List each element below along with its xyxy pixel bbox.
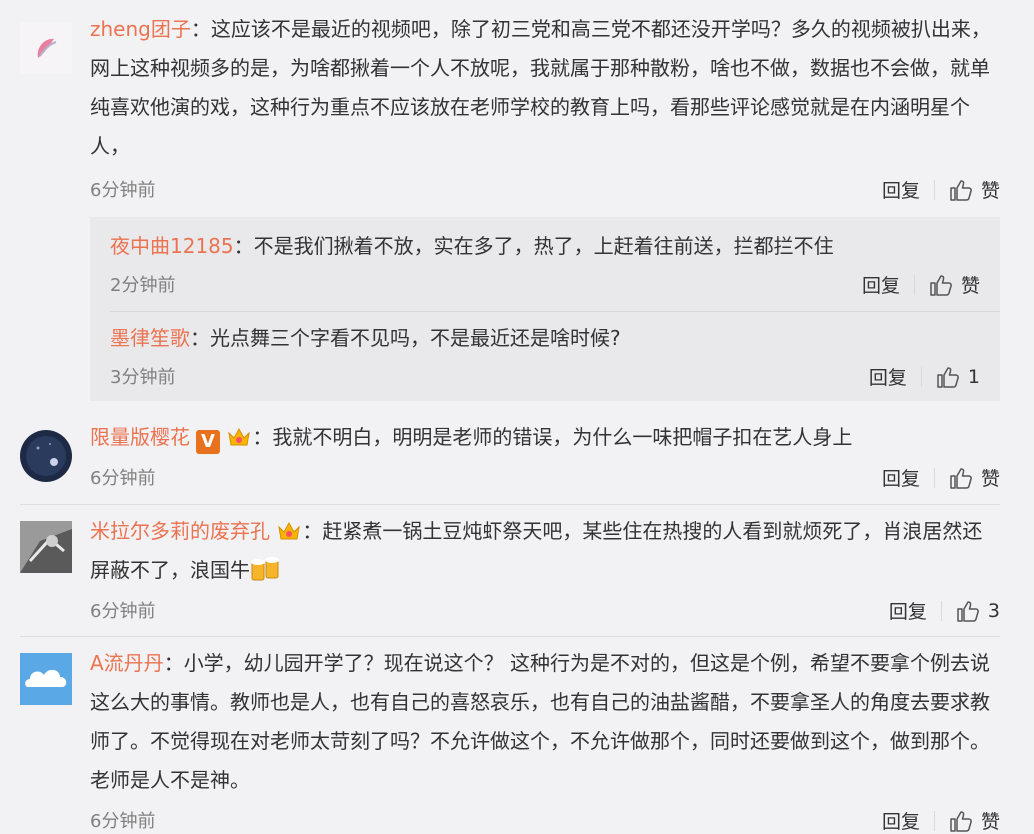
avatar[interactable] — [20, 430, 72, 482]
thumbs-up-icon — [950, 179, 972, 201]
reply-item: 夜中曲12185：不是我们揪着不放，实在多了，热了，上赶着往前送，拦都拦不住 2… — [110, 227, 980, 307]
like-button[interactable]: 赞 — [949, 176, 1000, 203]
beer-emoji-icon — [251, 557, 279, 581]
avatar[interactable] — [20, 22, 72, 74]
username-link[interactable]: 墨律笙歌 — [110, 326, 190, 350]
timestamp: 6分钟前 — [90, 468, 156, 489]
comment-actions: 回复 赞 — [882, 464, 1000, 491]
like-button[interactable]: 赞 — [929, 271, 980, 298]
reply-button[interactable]: 回复 — [882, 807, 920, 834]
reply-button[interactable]: 回复 — [889, 597, 927, 624]
crown-emoji-icon — [228, 427, 251, 446]
timestamp: 3分钟前 — [110, 367, 176, 388]
comment-feed: zheng团子：这应该不是最近的视频吧，除了初三党和高三党不都还没开学吗？多久的… — [0, 0, 1034, 833]
comment-item: A流丹丹：小学，幼儿园开学了？现在说这个？ 这种行为是不对的，但这是个例，希望不… — [0, 637, 1000, 833]
comment-item: zheng团子：这应该不是最近的视频吧，除了初三党和高三党不都还没开学吗？多久的… — [0, 0, 1000, 401]
verified-badge: V — [196, 430, 220, 454]
comment-item: 米拉尔多莉的废弃孔 ：赶紧煮一锅土豆炖虾祭天吧，某些住在热搜的人看到就烦死了，肖… — [0, 505, 1000, 635]
reply-button[interactable]: 回复 — [882, 176, 920, 203]
action-divider — [933, 467, 935, 488]
comment-actions: 回复 赞 — [882, 176, 1000, 203]
thumbs-up-icon — [957, 600, 979, 622]
crown-emoji-icon — [278, 521, 301, 540]
action-divider — [933, 179, 935, 200]
reply-text: 墨律笙歌：光点舞三个字看不见吗，不是最近还是啥时候? — [110, 326, 621, 350]
username-link[interactable]: 夜中曲12185 — [110, 234, 234, 258]
like-button[interactable]: 赞 — [949, 807, 1000, 834]
reply-text: 夜中曲12185：不是我们揪着不放，实在多了，热了，上赶着往前送，拦都拦不住 — [110, 234, 834, 258]
like-count: 赞 — [980, 811, 1000, 833]
thumbs-up-icon — [950, 810, 972, 832]
comment-text: A流丹丹：小学，幼儿园开学了？现在说这个？ 这种行为是不对的，但这是个例，希望不… — [90, 651, 991, 792]
like-button[interactable]: 1 — [936, 366, 980, 388]
reply-button[interactable]: 回复 — [882, 464, 920, 491]
comment-text: 米拉尔多莉的废弃孔 ：赶紧煮一锅土豆炖虾祭天吧，某些住在热搜的人看到就烦死了，肖… — [90, 519, 983, 582]
comment-item: 限量版樱花 V ：我就不明白，明明是老师的错误，为什么一味把帽子扣在艺人身上 6分… — [0, 414, 1000, 504]
timestamp: 6分钟前 — [90, 180, 156, 201]
reply-divider — [110, 311, 1000, 312]
reply-actions: 回复 赞 — [862, 271, 980, 298]
timestamp: 6分钟前 — [90, 811, 156, 832]
avatar[interactable] — [20, 653, 72, 705]
comment-text: zheng团子：这应该不是最近的视频吧，除了初三党和高三党不都还没开学吗？多久的… — [90, 17, 991, 158]
username-link[interactable]: A流丹丹 — [90, 651, 164, 675]
like-count: 赞 — [980, 468, 1000, 490]
timestamp: 6分钟前 — [90, 601, 156, 622]
thumbs-up-icon — [937, 366, 959, 388]
comment-text: 限量版樱花 V ：我就不明白，明明是老师的错误，为什么一味把帽子扣在艺人身上 — [90, 425, 853, 454]
username-link[interactable]: 限量版樱花 — [90, 425, 190, 449]
like-count: 1 — [967, 365, 980, 388]
thumbs-up-icon — [930, 274, 952, 296]
reply-button[interactable]: 回复 — [862, 271, 900, 298]
reply-item: 墨律笙歌：光点舞三个字看不见吗，不是最近还是啥时候? 3分钟前 回复 1 — [110, 319, 980, 399]
thumbs-up-icon — [950, 467, 972, 489]
action-divider — [913, 274, 915, 295]
action-divider — [920, 366, 922, 387]
reply-actions: 回复 1 — [869, 363, 980, 390]
like-count: 3 — [987, 599, 1000, 622]
username-link[interactable]: 米拉尔多莉的废弃孔 — [90, 519, 270, 543]
timestamp: 2分钟前 — [110, 275, 176, 296]
like-button[interactable]: 3 — [956, 600, 1000, 622]
reply-button[interactable]: 回复 — [869, 363, 907, 390]
action-divider — [933, 810, 935, 831]
like-button[interactable]: 赞 — [949, 464, 1000, 491]
replies-box: 夜中曲12185：不是我们揪着不放，实在多了，热了，上赶着往前送，拦都拦不住 2… — [90, 217, 1000, 401]
like-count: 赞 — [960, 275, 980, 297]
comment-actions: 回复 赞 — [882, 807, 1000, 834]
avatar[interactable] — [20, 521, 72, 573]
action-divider — [940, 600, 942, 621]
comment-actions: 回复 3 — [889, 597, 1000, 624]
username-link[interactable]: zheng团子 — [90, 17, 191, 41]
like-count: 赞 — [980, 180, 1000, 202]
